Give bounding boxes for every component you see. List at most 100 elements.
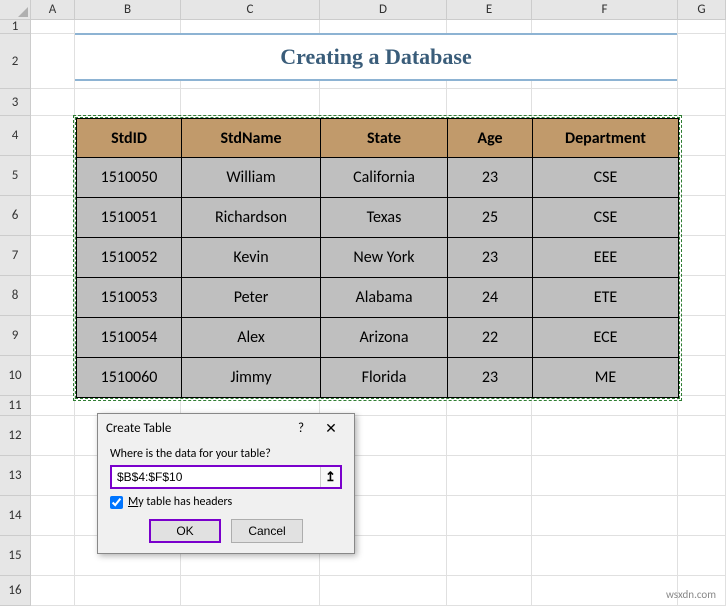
row-header-13[interactable]: 13 (0, 456, 31, 496)
cell-g7[interactable] (678, 236, 726, 276)
cell-a3[interactable] (31, 89, 75, 116)
cell-a6[interactable] (31, 196, 75, 236)
cell-g13[interactable] (678, 456, 726, 496)
cell-g9[interactable] (678, 316, 726, 356)
cell-e14[interactable] (447, 496, 532, 536)
cell-d3[interactable] (320, 89, 447, 116)
cell-d1[interactable] (320, 20, 447, 34)
cell-g3[interactable] (678, 89, 726, 116)
cell-a13[interactable] (31, 456, 75, 496)
table-cell[interactable]: 25 (448, 198, 533, 238)
table-cell[interactable]: Florida (321, 358, 448, 398)
row-header-9[interactable]: 9 (0, 316, 31, 356)
cell-a5[interactable] (31, 156, 75, 196)
row-header-11[interactable]: 11 (0, 396, 31, 416)
cell-c1[interactable] (181, 20, 320, 34)
cell-g2[interactable] (678, 34, 726, 89)
row-header-10[interactable]: 10 (0, 356, 31, 396)
table-cell[interactable]: 1510051 (76, 198, 182, 238)
table-cell[interactable]: CSE (533, 158, 679, 198)
row-header-8[interactable]: 8 (0, 276, 31, 316)
cell-e3[interactable] (447, 89, 532, 116)
cell-g15[interactable] (678, 536, 726, 576)
cell-g10[interactable] (678, 356, 726, 396)
row-header-3[interactable]: 3 (0, 89, 31, 116)
table-cell[interactable]: Alabama (321, 278, 448, 318)
cell-d16[interactable] (320, 576, 447, 606)
row-header-5[interactable]: 5 (0, 156, 31, 196)
row-header-1[interactable]: 1 (0, 20, 31, 34)
cancel-button[interactable]: Cancel (231, 519, 303, 543)
table-cell[interactable]: ETE (533, 278, 679, 318)
table-cell[interactable]: 23 (448, 358, 533, 398)
dialog-close-button[interactable]: ✕ (316, 420, 346, 437)
table-range-input[interactable] (112, 467, 320, 487)
table-cell[interactable]: Richardson (182, 198, 321, 238)
cell-a12[interactable] (31, 416, 75, 456)
cell-b1[interactable] (75, 20, 181, 34)
headers-checkbox-label[interactable]: My table has headers (110, 495, 342, 509)
row-header-12[interactable]: 12 (0, 416, 31, 456)
row-header-2[interactable]: 2 (0, 34, 31, 89)
table-cell[interactable]: 24 (448, 278, 533, 318)
table-header[interactable]: Age (448, 118, 533, 158)
column-header-g[interactable]: G (678, 0, 726, 20)
select-all-corner[interactable] (0, 0, 31, 20)
cell-f3[interactable] (532, 89, 678, 116)
cell-f1[interactable] (532, 20, 678, 34)
cell-a11[interactable] (31, 396, 75, 416)
table-cell[interactable]: 23 (448, 238, 533, 278)
cell-c16[interactable] (181, 576, 320, 606)
cell-g11[interactable] (678, 396, 726, 416)
headers-checkbox[interactable] (110, 496, 123, 509)
table-cell[interactable]: Kevin (182, 238, 321, 278)
ok-button[interactable]: OK (149, 519, 221, 543)
table-cell[interactable]: EEE (533, 238, 679, 278)
cell-g14[interactable] (678, 496, 726, 536)
column-header-e[interactable]: E (447, 0, 532, 20)
column-header-b[interactable]: B (75, 0, 181, 20)
table-cell[interactable]: 23 (448, 158, 533, 198)
table-cell[interactable]: Peter (182, 278, 321, 318)
cell-a14[interactable] (31, 496, 75, 536)
row-header-16[interactable]: 16 (0, 576, 31, 606)
table-cell[interactable]: New York (321, 238, 448, 278)
cell-e16[interactable] (447, 576, 532, 606)
cell-f16[interactable] (532, 576, 678, 606)
cell-g8[interactable] (678, 276, 726, 316)
dialog-help-button[interactable]: ? (286, 421, 316, 436)
table-cell[interactable]: 1510060 (76, 358, 182, 398)
table-cell[interactable]: 1510052 (76, 238, 182, 278)
cell-g1[interactable] (678, 20, 726, 34)
table-cell[interactable]: California (321, 158, 448, 198)
table-cell[interactable]: Jimmy (182, 358, 321, 398)
cell-g12[interactable] (678, 416, 726, 456)
table-header[interactable]: StdID (76, 118, 182, 158)
cell-e13[interactable] (447, 456, 532, 496)
row-header-6[interactable]: 6 (0, 196, 31, 236)
table-header[interactable]: StdName (182, 118, 321, 158)
cell-g6[interactable] (678, 196, 726, 236)
table-cell[interactable]: Alex (182, 318, 321, 358)
table-header[interactable]: Department (533, 118, 679, 158)
cell-a8[interactable] (31, 276, 75, 316)
cell-g4[interactable] (678, 116, 726, 156)
row-header-4[interactable]: 4 (0, 116, 31, 156)
cell-e12[interactable] (447, 416, 532, 456)
table-cell[interactable]: CSE (533, 198, 679, 238)
table-cell[interactable]: 1510050 (76, 158, 182, 198)
cell-a7[interactable] (31, 236, 75, 276)
cell-f15[interactable] (532, 536, 678, 576)
table-cell[interactable]: 1510053 (76, 278, 182, 318)
cell-a4[interactable] (31, 116, 75, 156)
row-header-7[interactable]: 7 (0, 236, 31, 276)
cell-e15[interactable] (447, 536, 532, 576)
table-cell[interactable]: Texas (321, 198, 448, 238)
cell-f13[interactable] (532, 456, 678, 496)
cell-g5[interactable] (678, 156, 726, 196)
cell-f14[interactable] (532, 496, 678, 536)
cell-b16[interactable] (75, 576, 181, 606)
cell-a1[interactable] (31, 20, 75, 34)
cell-a2[interactable] (31, 34, 75, 89)
column-header-a[interactable]: A (31, 0, 75, 20)
